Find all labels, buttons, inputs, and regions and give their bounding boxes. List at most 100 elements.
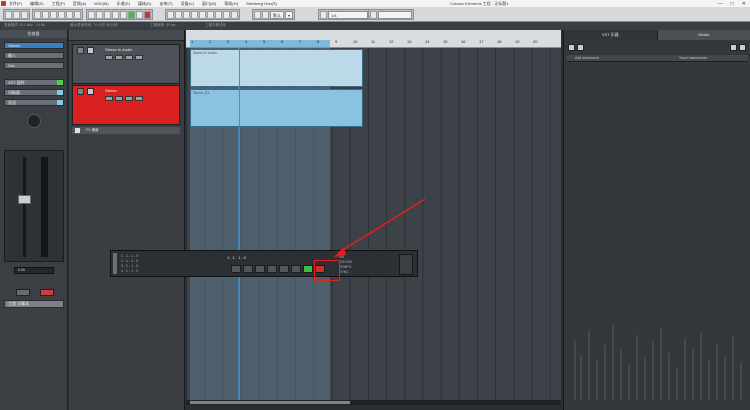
- menu-edit[interactable]: 编辑(E): [30, 1, 43, 7]
- track-record-icon[interactable]: [87, 47, 94, 54]
- record-button[interactable]: [144, 10, 151, 19]
- fx-folder-toggle-icon[interactable]: [75, 128, 80, 133]
- track-read-button[interactable]: [125, 96, 133, 101]
- pan-knob[interactable]: [27, 114, 41, 128]
- quantize-preset-select[interactable]: 1/4: [328, 10, 368, 19]
- play-tool-icon[interactable]: [231, 10, 238, 19]
- column-track-instruments[interactable]: Track Instruments: [679, 56, 707, 60]
- overview-toggle-button[interactable]: [21, 10, 28, 19]
- monitor-button[interactable]: [16, 289, 30, 296]
- ruler-tick: 10: [353, 39, 358, 44]
- audio-event-stereo[interactable]: Stereo_01: [190, 89, 363, 127]
- transport-rewind-button[interactable]: [243, 265, 253, 273]
- timeline-ruler[interactable]: 1 2 3 4 5 6 7 8 9 10 11 12 13 14 15 16 1…: [186, 30, 561, 48]
- menu-media[interactable]: 媒体(D): [138, 1, 152, 7]
- scrollbar-thumb[interactable]: [190, 401, 350, 404]
- instrument-settings-icon[interactable]: [577, 44, 584, 51]
- play-button[interactable]: [128, 10, 135, 19]
- track-name[interactable]: Stereo: [105, 88, 117, 93]
- menu-window[interactable]: 窗口(W): [202, 1, 216, 7]
- go-to-start-button[interactable]: [88, 10, 95, 19]
- track-solo-button[interactable]: [115, 55, 123, 60]
- transport-go-to-start-button[interactable]: [231, 265, 241, 273]
- menu-project[interactable]: 工程(P): [51, 1, 64, 7]
- transport-cycle-button[interactable]: [279, 265, 289, 273]
- track-write-button[interactable]: [135, 96, 143, 101]
- transport-go-to-end-button[interactable]: [267, 265, 277, 273]
- track-stereo-in[interactable]: Stereo In Audio: [72, 44, 180, 84]
- mute-tool-icon[interactable]: [215, 10, 222, 19]
- add-instrument-icon[interactable]: [568, 44, 575, 51]
- inspector-output-routing[interactable]: Out: [4, 62, 64, 69]
- annotation-arrow-icon: [334, 198, 426, 257]
- glue-tool-icon[interactable]: [191, 10, 198, 19]
- audio-event-stereo-in[interactable]: Stereo In Audio: [190, 49, 363, 87]
- object-select-tool-icon[interactable]: [167, 10, 174, 19]
- menu-audio[interactable]: 音频(A): [73, 1, 86, 7]
- volume-fader-handle[interactable]: [18, 195, 31, 204]
- menu-score[interactable]: 乐谱(S): [117, 1, 130, 7]
- info-toggle-button[interactable]: [13, 10, 20, 19]
- auto-mode-button[interactable]: [74, 10, 81, 19]
- volume-value[interactable]: 0.00: [14, 267, 54, 274]
- menu-steinberg-hub[interactable]: Steinberg Hub(S): [246, 1, 277, 6]
- column-add-instrument[interactable]: Add Instrument: [575, 56, 599, 60]
- close-button[interactable]: ✕: [742, 1, 746, 7]
- transport-forward-button[interactable]: [255, 265, 265, 273]
- track-mute-button[interactable]: [105, 96, 113, 101]
- instrument-menu-icon[interactable]: [739, 44, 746, 51]
- horizontal-scrollbar[interactable]: [186, 400, 561, 405]
- pause-button[interactable]: [136, 10, 143, 19]
- transport-drag-handle[interactable]: [113, 253, 117, 274]
- grid-type-icon[interactable]: [320, 10, 327, 19]
- zoom-tool-icon[interactable]: [207, 10, 214, 19]
- erase-tool-icon[interactable]: [199, 10, 206, 19]
- snap-type-select[interactable]: 默认: [270, 10, 284, 19]
- tab-media[interactable]: Media: [657, 30, 750, 40]
- mute-button[interactable]: [34, 10, 41, 19]
- inspector-toggle-button[interactable]: [5, 10, 12, 19]
- track-write-button[interactable]: [135, 55, 143, 60]
- menu-transport[interactable]: 走带(T): [160, 1, 173, 7]
- sync-mode[interactable]: SYNC: [339, 270, 379, 275]
- maximize-button[interactable]: □: [731, 1, 734, 7]
- snap-button[interactable]: [262, 10, 269, 19]
- tab-vst-instruments[interactable]: VST 乐器: [564, 30, 658, 40]
- solo-button[interactable]: [42, 10, 49, 19]
- read-button[interactable]: [58, 10, 65, 19]
- marker-item[interactable]: 4 - 1 - 1 - 0: [121, 269, 138, 274]
- snap-grid-dropdown[interactable]: ▾: [285, 10, 294, 19]
- inspector-notepad[interactable]: 工程 记事本: [4, 300, 64, 308]
- draw-tool-icon[interactable]: [223, 10, 230, 19]
- track-record-icon[interactable]: [87, 88, 94, 95]
- split-tool-icon[interactable]: [183, 10, 190, 19]
- menu-midi[interactable]: MIDI(M): [94, 1, 108, 6]
- minimize-button[interactable]: —: [718, 1, 723, 7]
- track-read-button[interactable]: [125, 55, 133, 60]
- forward-button[interactable]: [104, 10, 111, 19]
- cycle-button[interactable]: [112, 10, 119, 19]
- transport-stop-button[interactable]: [291, 265, 301, 273]
- position-display[interactable]: 1 . 1 . 1 . 0: [227, 255, 246, 260]
- track-solo-button[interactable]: [115, 96, 123, 101]
- transport-play-button[interactable]: [303, 265, 313, 273]
- color-select[interactable]: [378, 10, 412, 19]
- instrument-view-icon[interactable]: [730, 44, 737, 51]
- auto-scroll-button[interactable]: [254, 10, 261, 19]
- rewind-button[interactable]: [96, 10, 103, 19]
- color-picker-icon[interactable]: [370, 10, 377, 19]
- fx-channel-folder[interactable]: FX 通道: [72, 127, 180, 134]
- menu-help[interactable]: 帮助(H): [224, 1, 238, 7]
- stop-button[interactable]: [120, 10, 127, 19]
- listen-button[interactable]: [50, 10, 57, 19]
- menu-devices[interactable]: 设备(V): [181, 1, 194, 7]
- track-name[interactable]: Stereo In Audio: [105, 47, 132, 52]
- write-button[interactable]: [66, 10, 73, 19]
- inspector-track-name[interactable]: Stereo: [4, 42, 64, 49]
- record-enable-button[interactable]: [40, 289, 54, 296]
- track-mute-button[interactable]: [105, 55, 113, 60]
- track-stereo-selected[interactable]: Stereo: [72, 85, 180, 125]
- range-tool-icon[interactable]: [175, 10, 182, 19]
- menu-file[interactable]: 文件(F): [9, 1, 22, 7]
- inspector-input-routing[interactable]: 输入: [4, 52, 64, 59]
